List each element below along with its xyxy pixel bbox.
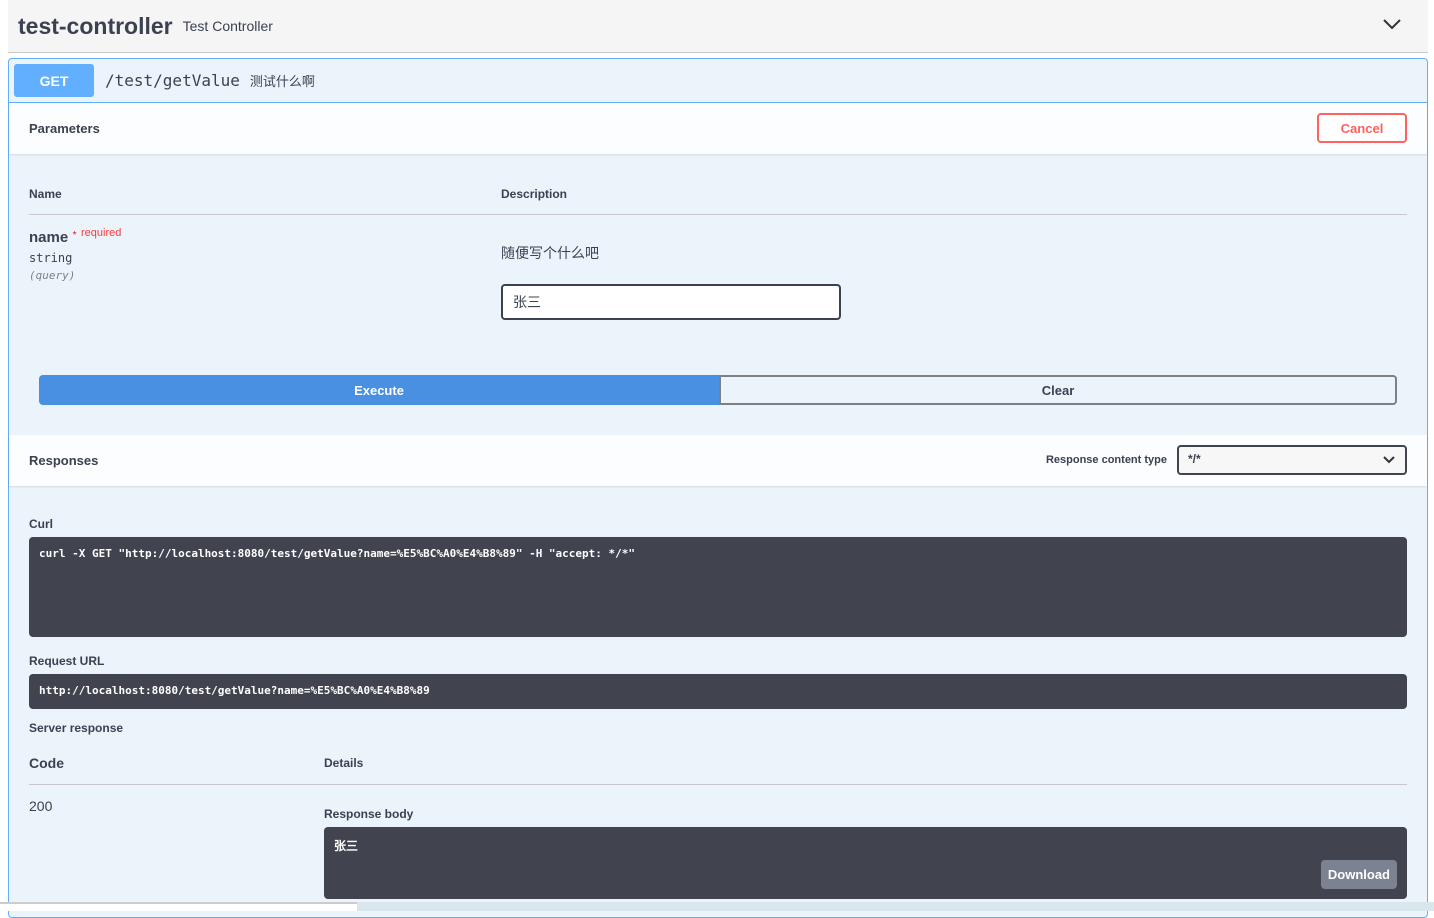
execute-button[interactable]: Execute: [39, 375, 719, 405]
request-url: http://localhost:8080/test/getValue?name…: [29, 674, 1407, 709]
response-body-text: 张三: [334, 839, 359, 853]
parameters-title: Parameters: [29, 121, 100, 136]
name-input[interactable]: 张三: [501, 284, 841, 320]
param-name-cell: name * required string (query): [29, 227, 122, 282]
method-badge: GET: [14, 64, 94, 97]
col-code: Code: [29, 755, 64, 771]
cancel-button[interactable]: Cancel: [1317, 113, 1407, 143]
operation-path: /test/getValue: [105, 71, 240, 90]
responses-title: Responses: [29, 453, 99, 468]
responses-header: Responses Response content type */*: [9, 435, 1427, 486]
tag-name: test-controller: [18, 12, 173, 39]
operation-summary-text: 测试什么啊: [249, 74, 315, 89]
required-star: *: [72, 230, 77, 241]
col-description: Description: [501, 187, 568, 201]
operation-summary[interactable]: GET /test/getValue 测试什么啊: [9, 59, 1427, 103]
tag-description: Test Controller: [182, 18, 273, 34]
clear-button[interactable]: Clear: [719, 375, 1397, 405]
request-url-label: Request URL: [29, 654, 105, 668]
response-body: 张三 Download: [324, 827, 1407, 899]
chevron-down-icon[interactable]: [1382, 14, 1402, 34]
param-type: string: [29, 251, 73, 265]
param-in: (query): [29, 269, 76, 282]
param-description: 随便写个什么吧: [501, 245, 599, 261]
param-name: name: [29, 229, 69, 246]
content-type-value: */*: [1188, 452, 1201, 466]
col-details: Details: [324, 756, 364, 770]
tag-header[interactable]: test-controller Test Controller: [8, 0, 1428, 53]
operation-block: GET /test/getValue 测试什么啊 Parameters Canc…: [8, 58, 1428, 918]
response-code: 200: [29, 798, 53, 814]
content-type-label: Response content type: [1045, 454, 1167, 466]
col-name: Name: [29, 187, 62, 201]
curl-label: Curl: [29, 517, 53, 531]
bottom-strip: [0, 902, 1434, 911]
response-body-label: Response body: [324, 807, 414, 821]
content-type-select[interactable]: */*: [1177, 445, 1407, 475]
parameters-header: Parameters Cancel: [9, 103, 1427, 154]
download-button[interactable]: Download: [1320, 860, 1397, 889]
required-label: required: [81, 227, 122, 239]
curl-command: curl -X GET "http://localhost:8080/test/…: [29, 537, 1407, 637]
server-response-label: Server response: [29, 721, 124, 735]
chevron-down-icon: [1383, 456, 1395, 464]
